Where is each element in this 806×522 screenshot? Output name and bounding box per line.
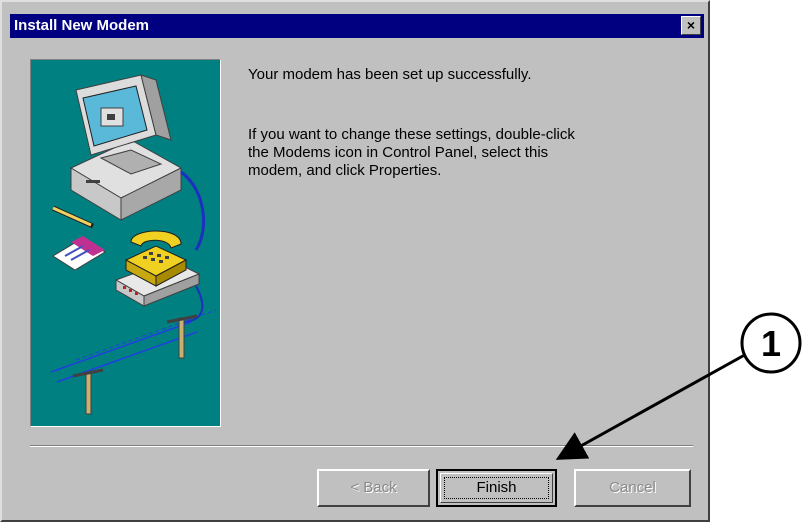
callout-arrow (555, 350, 751, 460)
callout-annotation: 1 (555, 312, 802, 460)
callout-number: 1 (761, 323, 781, 364)
